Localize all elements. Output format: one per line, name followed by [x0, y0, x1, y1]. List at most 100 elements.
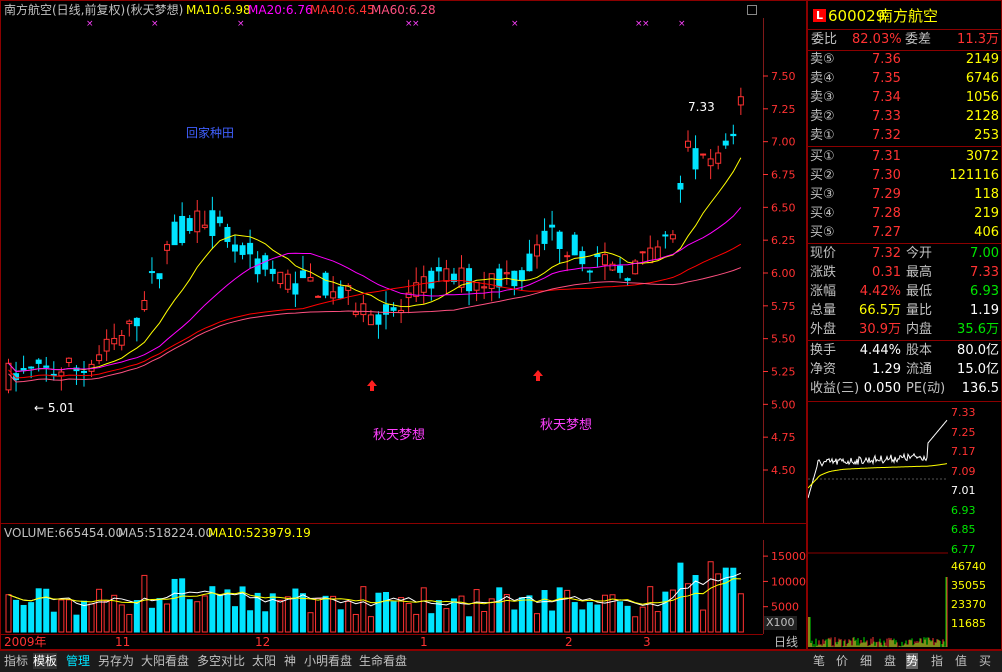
tab-value[interactable]: 值 — [955, 653, 967, 669]
tab-xiaoming[interactable]: 小明看盘 — [304, 653, 352, 669]
tab-taiyang[interactable]: 太阳 — [252, 653, 276, 669]
tab-indicator[interactable]: 指标 — [4, 653, 28, 669]
candle-body — [466, 268, 473, 292]
volume-chart[interactable] — [0, 540, 763, 634]
candle-body — [322, 272, 329, 296]
candle-body — [549, 224, 556, 228]
tab-price[interactable]: 价 — [836, 653, 848, 669]
tab-index[interactable]: 指 — [931, 653, 943, 669]
buy-level-price: 7.28 — [872, 206, 901, 221]
candle-body — [133, 317, 140, 327]
candle-body — [216, 216, 223, 224]
candle-body — [171, 221, 178, 246]
candlestick-chart[interactable]: × × × × × × × × × — [0, 18, 763, 523]
weicha-value: 11.3万 — [957, 32, 999, 47]
price-tick-label: 6.50 — [771, 201, 796, 214]
volume-bar — [73, 614, 80, 633]
candle-body — [473, 282, 480, 291]
volume-bar — [428, 613, 435, 633]
volume-bar — [43, 588, 50, 633]
tab-duokong[interactable]: 多空对比 — [197, 653, 245, 669]
date-tick: 11 — [115, 635, 131, 649]
volume-bar — [5, 594, 12, 633]
price-tick-label: 6.00 — [771, 267, 796, 280]
volume-bar — [299, 593, 306, 633]
candle-body — [224, 226, 231, 242]
volume-bar — [216, 594, 223, 633]
date-tick: 1 — [420, 635, 428, 649]
candle-body — [526, 253, 533, 272]
buy-signal-arrow-icon — [367, 380, 377, 391]
maximize-box-icon[interactable] — [747, 5, 757, 15]
stat-value: 7.32 — [872, 246, 901, 261]
candle-body — [420, 276, 427, 293]
volume-unit-label: X100 — [764, 616, 797, 630]
tab-save-as[interactable]: 另存为 — [98, 653, 134, 669]
candle-body — [126, 320, 133, 325]
candle-body — [20, 368, 27, 371]
sell-level-label: 卖④ — [810, 71, 835, 86]
volume-ma10: MA10:523979.19 — [208, 526, 311, 540]
intraday-price-tick: 7.25 — [951, 425, 976, 439]
tab-dayang[interactable]: 大阳看盘 — [141, 653, 189, 669]
signal-marker-icon: × — [642, 19, 650, 29]
stat-value: 7.33 — [970, 265, 999, 280]
ma10-value: MA10:6.98 — [186, 3, 251, 17]
tab-shen[interactable]: 神 — [284, 653, 296, 669]
buy-level-volume: 121116 — [949, 168, 999, 183]
candle-body — [481, 286, 488, 289]
sell-level-price: 7.32 — [872, 128, 901, 143]
price-tick-label: 4.50 — [771, 464, 796, 477]
volume-bar — [579, 609, 586, 633]
volume-bar — [284, 596, 291, 633]
candle-body — [685, 140, 691, 148]
intraday-volume-tick: 11685 — [951, 617, 986, 630]
price-tick-label: 7.00 — [771, 136, 796, 149]
candle-body — [730, 133, 737, 137]
date-tick: 12 — [255, 635, 271, 649]
tab-trades[interactable]: 笔 — [813, 653, 825, 669]
sell-level-volume: 2128 — [965, 109, 999, 124]
price-tick-label: 6.25 — [771, 234, 796, 247]
intraday-chart[interactable] — [808, 403, 948, 649]
volume-bar — [715, 573, 722, 633]
tab-template[interactable]: 模板 — [33, 653, 58, 669]
price-tick-label: 7.50 — [771, 70, 796, 83]
stat-label: 内盘 — [906, 322, 933, 337]
volume-bar — [669, 589, 676, 633]
volume-bar — [685, 583, 691, 633]
volume-bar — [737, 593, 744, 633]
stat-row: 外盘 30.9万 内盘 35.6万 — [808, 321, 1001, 339]
fundamental-value: 80.0亿 — [957, 343, 999, 358]
sell-level-label: 卖① — [810, 128, 835, 143]
volume-bar — [224, 589, 231, 633]
candle-body — [564, 255, 571, 258]
volume-bar — [518, 597, 525, 633]
stat-row: 总量 66.5万 量比 1.19 — [808, 302, 1001, 320]
tab-manage[interactable]: 管理 — [66, 653, 90, 669]
candle-body — [337, 286, 344, 299]
volume-tick-label: 5000 — [771, 601, 799, 614]
tab-buy[interactable]: 买 — [979, 653, 991, 669]
stat-label: 涨幅 — [810, 284, 837, 299]
low-price-label: ← 5.01 — [34, 401, 75, 415]
intraday-price-tick: 7.09 — [951, 464, 976, 478]
tab-orderbook[interactable]: 盘 — [884, 653, 896, 669]
tab-shengming[interactable]: 生命看盘 — [359, 653, 407, 669]
weibi-row: 委比 82.03% 委差 11.3万 — [808, 31, 1001, 49]
fundamental-row: 换手 4.44% 股本 80.0亿 — [808, 342, 1001, 360]
volume-bar — [526, 595, 533, 633]
volume-bar — [571, 602, 578, 633]
tab-detail[interactable]: 细 — [860, 653, 872, 669]
candle-body — [496, 268, 503, 288]
candle-body — [511, 270, 518, 287]
ma40-value: MA40:6.45 — [310, 3, 375, 17]
candle-body — [58, 371, 65, 377]
volume-bar — [330, 595, 337, 633]
candle-body — [488, 273, 495, 289]
sell-level-label: 卖③ — [810, 90, 835, 105]
tab-trend[interactable]: 势 — [906, 653, 919, 669]
candle-body — [315, 295, 322, 298]
intraday-volume-tick: 46740 — [951, 560, 986, 573]
volume-bar — [13, 599, 20, 633]
